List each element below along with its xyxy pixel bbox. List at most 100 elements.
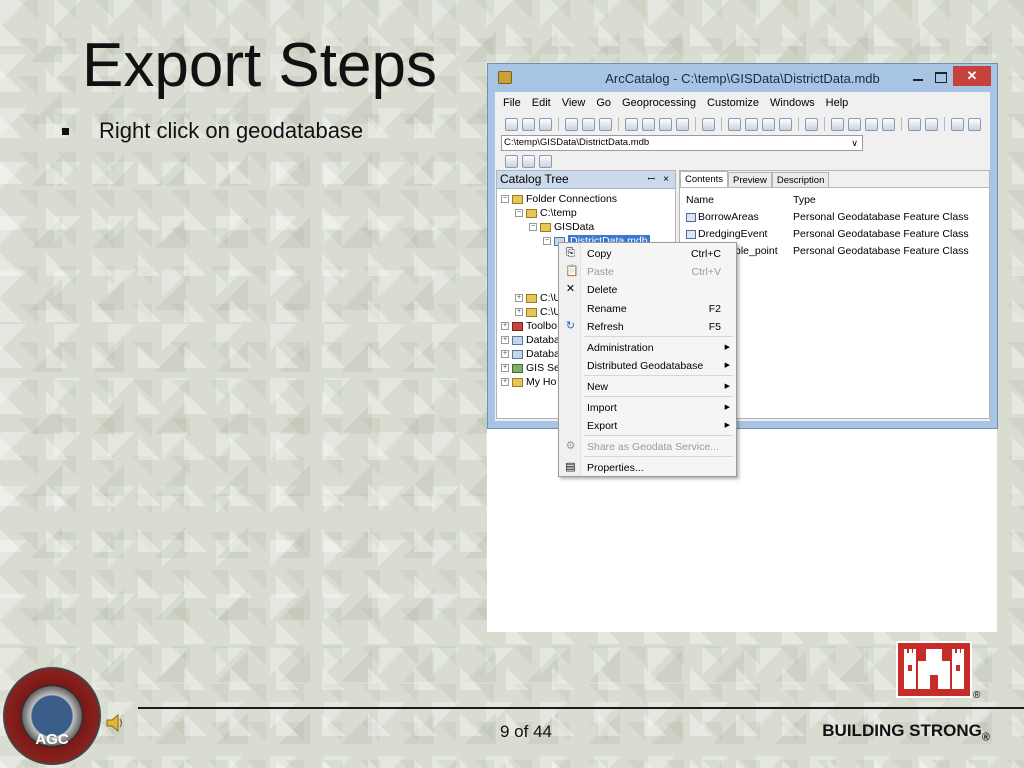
- location-text: C:\temp\GISData\DistrictData.mdb: [504, 137, 650, 148]
- bullet-item: Right click on geodatabase: [62, 118, 363, 144]
- trademark-mark: ®: [973, 690, 981, 701]
- expand-icon[interactable]: +: [501, 378, 509, 386]
- tree-item[interactable]: − GISData: [529, 220, 594, 234]
- menu-item-view[interactable]: View: [562, 97, 586, 109]
- standard-tool-icon[interactable]: [762, 117, 775, 131]
- standard-tool-icon[interactable]: [539, 117, 552, 131]
- standard-tool-icon[interactable]: [951, 117, 964, 131]
- secondary-tool-icon[interactable]: [505, 154, 518, 168]
- menu-item-edit[interactable]: Edit: [532, 97, 551, 109]
- column-header-type[interactable]: Type: [793, 194, 816, 206]
- column-header-name[interactable]: Name: [686, 194, 714, 206]
- tree-item[interactable]: + C:\U: [515, 291, 561, 305]
- standard-tool-icon[interactable]: [582, 117, 595, 131]
- menu-item-help[interactable]: Help: [826, 97, 849, 109]
- title-bar[interactable]: ArcCatalog - C:\temp\GISData\DistrictDat…: [488, 64, 997, 92]
- tab-contents[interactable]: Contents: [680, 171, 729, 187]
- standard-tool-icon[interactable]: [642, 117, 655, 131]
- properties-icon: ▤: [565, 461, 576, 473]
- expand-icon[interactable]: +: [501, 364, 509, 372]
- tree-item[interactable]: − C:\temp: [515, 206, 577, 220]
- table-row[interactable]: DredgingEvent: [686, 228, 767, 240]
- tree-item[interactable]: + C:\U: [515, 305, 561, 319]
- menu-item-import[interactable]: Import ▶: [559, 399, 736, 417]
- standard-tool-icon[interactable]: [565, 117, 578, 131]
- chevron-down-icon[interactable]: ∨: [851, 136, 858, 150]
- standard-tool-icon[interactable]: [676, 117, 689, 131]
- folder-icon: [512, 377, 523, 387]
- expand-icon[interactable]: +: [501, 350, 509, 358]
- toolbar-separator: [695, 117, 696, 131]
- menu-separator: [584, 456, 733, 457]
- castle-icon: [904, 649, 964, 689]
- standard-tool-icon[interactable]: [505, 117, 518, 131]
- menu-item-file[interactable]: File: [503, 97, 521, 109]
- standard-tool-icon[interactable]: [805, 117, 818, 131]
- castle-logo: [896, 641, 972, 698]
- tab-description[interactable]: Description: [771, 172, 830, 187]
- table-row[interactable]: BorrowAreas: [686, 211, 759, 223]
- menu-item-shortcut: F2: [708, 303, 721, 315]
- table-row[interactable]: ple_point: [735, 245, 778, 257]
- menu-item-refresh[interactable]: ↻ Refresh F5: [559, 318, 736, 336]
- close-icon[interactable]: ×: [663, 171, 669, 188]
- tree-item[interactable]: + Databa: [501, 347, 560, 361]
- tree-item[interactable]: + Toolbo: [501, 319, 557, 333]
- standard-tool-icon[interactable]: [908, 117, 921, 131]
- tree-item[interactable]: + GIS Ser: [501, 361, 563, 375]
- standard-tool-icon[interactable]: [659, 117, 672, 131]
- standard-tool-icon[interactable]: [745, 117, 758, 131]
- menu-item-distributed-geodatabase[interactable]: Distributed Geodatabase ▶: [559, 357, 736, 375]
- menu-item-label: Copy: [587, 248, 612, 260]
- tree-item-label: Folder Connections: [526, 193, 618, 205]
- row-name: BorrowAreas: [698, 211, 759, 223]
- menu-item-delete[interactable]: ✕ Delete: [559, 281, 736, 299]
- collapse-icon[interactable]: −: [515, 209, 523, 217]
- menu-item-go[interactable]: Go: [596, 97, 611, 109]
- collapse-icon[interactable]: −: [529, 223, 537, 231]
- menu-item-copy[interactable]: ⎘ Copy Ctrl+C: [559, 245, 736, 263]
- close-button[interactable]: ✕: [953, 66, 991, 86]
- expand-icon[interactable]: +: [501, 336, 509, 344]
- tree-item[interactable]: + My Ho: [501, 375, 556, 389]
- standard-tool-icon[interactable]: [831, 117, 844, 131]
- standard-tool-icon[interactable]: [599, 117, 612, 131]
- standard-tool-icon[interactable]: [865, 117, 878, 131]
- standard-tool-icon[interactable]: [848, 117, 861, 131]
- expand-icon[interactable]: +: [515, 308, 523, 316]
- pin-icon[interactable]: ꟷ: [648, 171, 655, 188]
- menu-item-properties[interactable]: ▤ Properties...: [559, 459, 736, 477]
- minimize-button[interactable]: [907, 68, 929, 86]
- secondary-tool-icon[interactable]: [539, 154, 552, 168]
- standard-tool-icon[interactable]: [968, 117, 981, 131]
- menu-separator: [584, 435, 733, 436]
- standard-tool-icon[interactable]: [728, 117, 741, 131]
- tree-item[interactable]: + Databa: [501, 333, 560, 347]
- menu-item-rename[interactable]: Rename F2: [559, 300, 736, 318]
- expand-icon[interactable]: +: [501, 322, 509, 330]
- menu-item-administration[interactable]: Administration ▶: [559, 339, 736, 357]
- menu-item-export[interactable]: Export ▶: [559, 417, 736, 435]
- standard-tool-icon[interactable]: [925, 117, 938, 131]
- maximize-button[interactable]: [929, 68, 951, 86]
- menu-item-shortcut: F5: [708, 321, 721, 333]
- collapse-icon[interactable]: −: [501, 195, 509, 203]
- menu-item-windows[interactable]: Windows: [770, 97, 815, 109]
- speaker-icon[interactable]: [104, 712, 126, 734]
- location-bar: C:\temp\GISData\DistrictData.mdb ∨: [495, 134, 990, 152]
- standard-tool-icon[interactable]: [702, 117, 715, 131]
- expand-icon[interactable]: +: [515, 294, 523, 302]
- tree-item-label: Toolbo: [526, 320, 557, 332]
- collapse-icon[interactable]: −: [543, 237, 551, 245]
- standard-tool-icon[interactable]: [882, 117, 895, 131]
- menu-item-new[interactable]: New ▶: [559, 378, 736, 396]
- tab-preview[interactable]: Preview: [728, 172, 772, 187]
- location-input[interactable]: C:\temp\GISData\DistrictData.mdb ∨: [501, 135, 863, 151]
- standard-tool-icon[interactable]: [779, 117, 792, 131]
- secondary-tool-icon[interactable]: [522, 154, 535, 168]
- menu-item-geoprocessing[interactable]: Geoprocessing: [622, 97, 696, 109]
- tree-item[interactable]: − Folder Connections: [501, 192, 617, 206]
- menu-item-customize[interactable]: Customize: [707, 97, 759, 109]
- standard-tool-icon[interactable]: [522, 117, 535, 131]
- standard-tool-icon[interactable]: [625, 117, 638, 131]
